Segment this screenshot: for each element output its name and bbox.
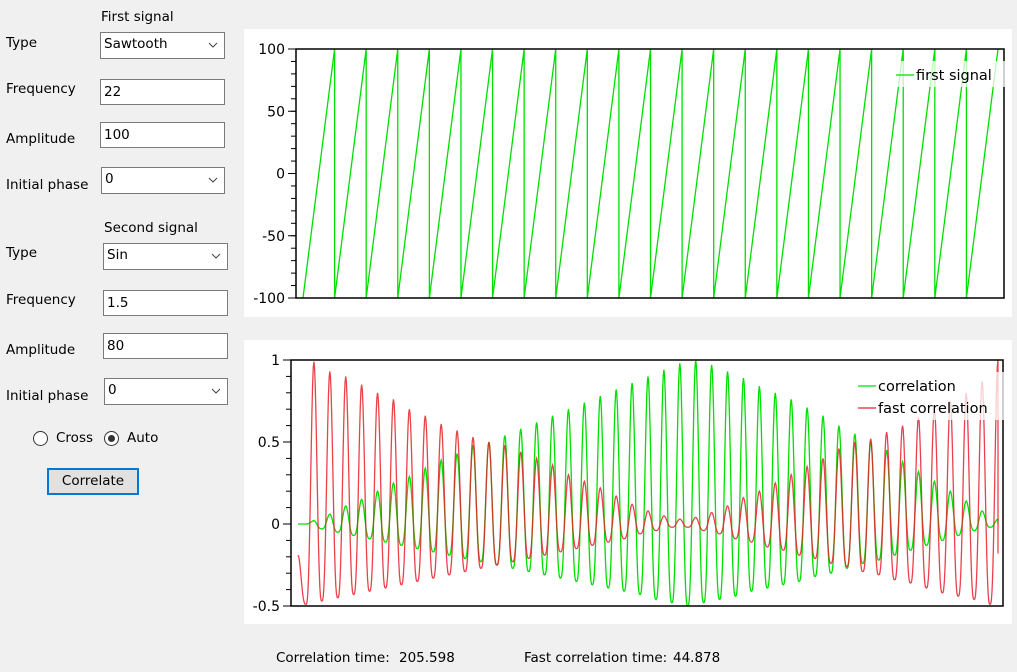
first-signal-heading: First signal <box>101 9 174 25</box>
second-phase-combo[interactable]: 0 <box>104 378 228 405</box>
correlation-chart-panel: 1 0.5 0 -0.5 correlation fast correlation <box>244 340 1012 624</box>
y-tick-label: 0 <box>276 167 285 183</box>
second-type-combo[interactable]: Sin <box>103 243 228 270</box>
fast-correlation-time-label: Fast correlation time: <box>524 650 668 666</box>
second-signal-heading: Second signal <box>104 220 198 236</box>
first-frequency-label: Frequency <box>6 81 76 97</box>
signal-chart: 100 50 0 -50 -100 first signal <box>253 42 1014 307</box>
second-phase-label: Initial phase <box>6 388 89 404</box>
correlation-chart: 1 0.5 0 -0.5 correlation fast correlation <box>253 353 1006 615</box>
y-tick-label: 50 <box>267 104 285 120</box>
cross-radio[interactable] <box>33 431 48 446</box>
first-phase-label: Initial phase <box>6 177 89 193</box>
second-phase-value: 0 <box>108 382 117 398</box>
radio-selected-dot <box>108 435 115 442</box>
chevron-down-icon <box>211 253 221 259</box>
y-tick-label: -0.5 <box>253 599 280 615</box>
correlation-time-value: 205.598 <box>399 650 455 666</box>
first-type-combo[interactable]: Sawtooth <box>100 32 225 59</box>
signal-chart-panel: 100 50 0 -50 -100 first signal <box>244 29 1014 317</box>
correlation-time-label: Correlation time: <box>276 650 390 666</box>
second-type-value: Sin <box>107 247 128 263</box>
fast-correlation-time-value: 44.878 <box>673 650 721 666</box>
y-tick-label: 0 <box>271 517 280 533</box>
second-type-label: Type <box>6 245 38 261</box>
cross-radio-label[interactable]: Cross <box>56 430 93 446</box>
auto-radio-label[interactable]: Auto <box>127 430 158 446</box>
chevron-down-icon <box>208 177 218 183</box>
first-type-label: Type <box>6 35 38 51</box>
y-tick-label: 100 <box>258 42 285 58</box>
auto-radio[interactable] <box>104 431 119 446</box>
first-amplitude-label: Amplitude <box>6 131 76 147</box>
second-amplitude-label: Amplitude <box>6 342 76 358</box>
chevron-down-icon <box>208 42 218 48</box>
correlate-button[interactable]: Correlate <box>47 468 139 495</box>
legend-label: first signal <box>916 68 992 84</box>
first-frequency-input[interactable] <box>100 79 225 105</box>
chevron-down-icon <box>211 388 221 394</box>
legend-label: fast correlation <box>878 401 988 417</box>
second-frequency-input[interactable] <box>103 290 228 316</box>
first-phase-value: 0 <box>105 171 114 187</box>
legend-label: correlation <box>878 379 956 395</box>
second-frequency-label: Frequency <box>6 292 76 308</box>
first-type-value: Sawtooth <box>104 36 168 52</box>
second-amplitude-input[interactable] <box>103 333 228 359</box>
first-phase-combo[interactable]: 0 <box>101 167 225 194</box>
y-tick-label: -50 <box>262 229 285 245</box>
first-amplitude-input[interactable] <box>100 122 225 148</box>
y-tick-label: -100 <box>253 291 285 307</box>
y-tick-label: 0.5 <box>258 435 280 451</box>
y-tick-label: 1 <box>271 353 280 369</box>
